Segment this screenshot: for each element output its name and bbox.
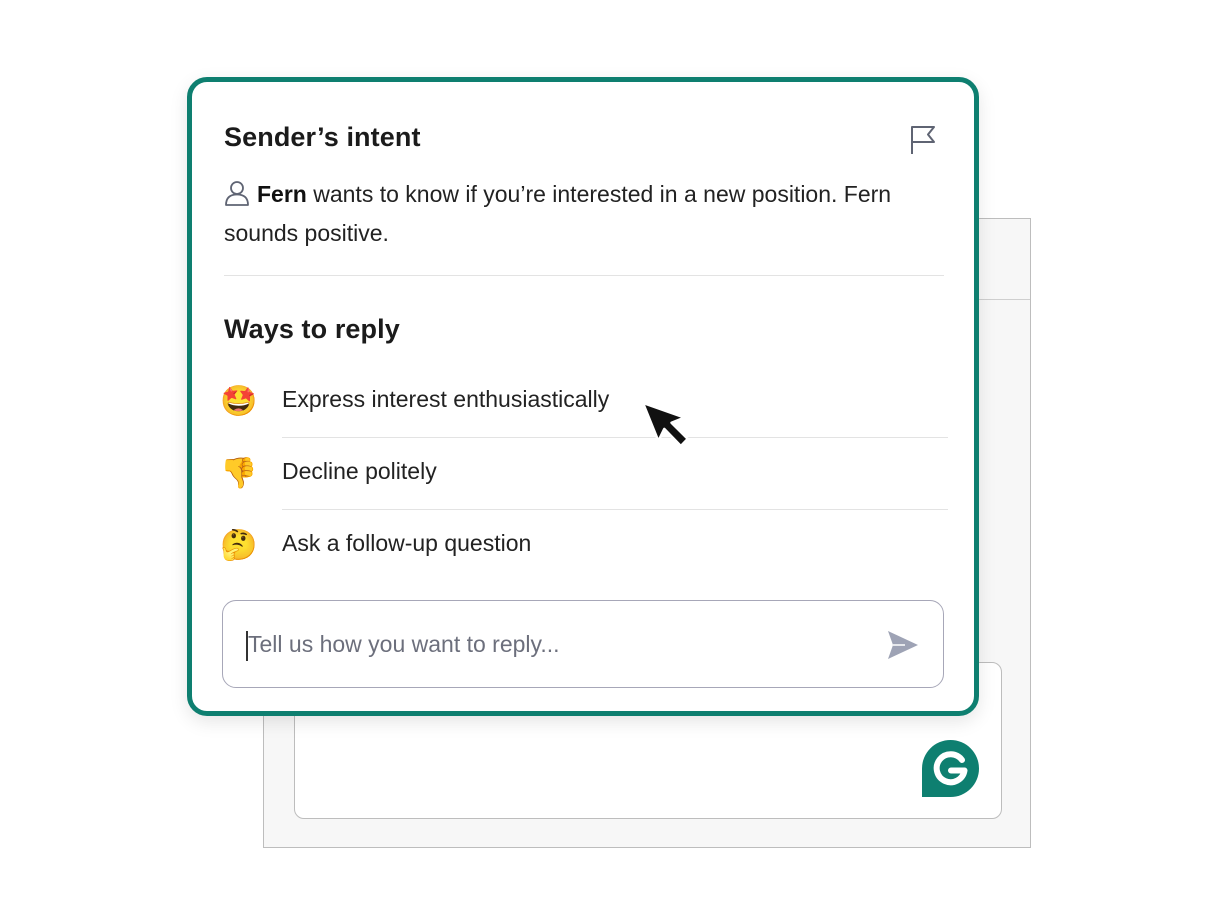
reply-option-ask-question[interactable]: 🤔 Ask a follow-up question bbox=[220, 510, 948, 582]
reply-option-label: Express interest enthusiastically bbox=[282, 386, 610, 412]
section-divider bbox=[224, 275, 944, 276]
intent-message: wants to know if you’re interested in a … bbox=[224, 181, 892, 246]
star-struck-emoji-icon: 🤩 bbox=[220, 385, 258, 418]
sender-intent-text: Fern wants to know if you’re interested … bbox=[224, 175, 954, 253]
flag-icon[interactable] bbox=[908, 124, 940, 156]
grammarly-g-icon[interactable] bbox=[922, 740, 979, 797]
sender-name: Fern bbox=[257, 181, 307, 207]
senders-intent-title: Sender’s intent bbox=[224, 122, 421, 152]
reply-input[interactable]: Tell us how you want to reply... bbox=[222, 600, 944, 688]
thinking-face-emoji-icon: 🤔 bbox=[220, 529, 258, 562]
reply-option-decline[interactable]: 👎 Decline politely bbox=[220, 438, 948, 510]
reply-option-label: Ask a follow-up question bbox=[282, 530, 532, 556]
thumbs-down-emoji-icon: 👎 bbox=[220, 457, 258, 490]
stage: Sender’s intent Fern wants to know if yo… bbox=[0, 0, 1216, 924]
senders-intent-card: Sender’s intent Fern wants to know if yo… bbox=[187, 77, 979, 716]
user-icon bbox=[224, 179, 250, 206]
reply-option-express-interest[interactable]: 🤩 Express interest enthusiastically bbox=[220, 366, 948, 438]
reply-input-placeholder: Tell us how you want to reply... bbox=[248, 631, 560, 657]
ways-to-reply-title: Ways to reply bbox=[224, 314, 400, 344]
reply-option-label: Decline politely bbox=[282, 458, 437, 484]
send-icon[interactable] bbox=[885, 627, 921, 663]
